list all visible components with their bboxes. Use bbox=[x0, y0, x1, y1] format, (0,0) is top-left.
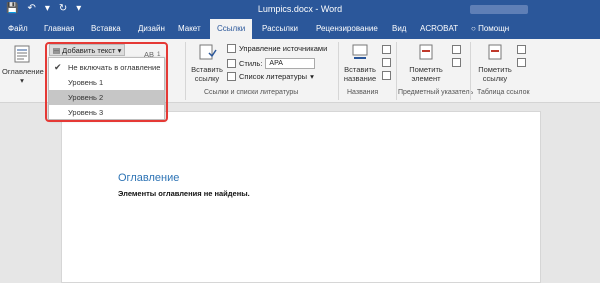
divider bbox=[185, 42, 186, 100]
caption-tools[interactable] bbox=[382, 71, 391, 80]
group-label-index: Предметный указатель bbox=[398, 89, 474, 96]
bibliography-button[interactable]: Список литературы ▾ bbox=[227, 72, 314, 81]
ribbon-tabs: Файл Главная Вставка Дизайн Макет Ссылки… bbox=[0, 19, 600, 39]
insert-table-of-figures-icon bbox=[382, 45, 391, 54]
citation-icon bbox=[199, 44, 217, 60]
style-icon bbox=[227, 59, 236, 68]
group-label-authorities: Таблица ссылок bbox=[477, 89, 530, 96]
caption-tools[interactable] bbox=[382, 58, 391, 67]
update-index-icon bbox=[452, 58, 461, 67]
style-selector[interactable]: Стиль: APA bbox=[227, 58, 316, 69]
divider bbox=[338, 42, 339, 100]
caption-icon bbox=[352, 44, 368, 59]
divider bbox=[470, 42, 471, 100]
chevron-down-icon: ▾ bbox=[310, 72, 314, 81]
highlight-annotation bbox=[45, 42, 168, 122]
group-label-citations: Ссылки и списки литературы bbox=[204, 89, 299, 96]
index-tools[interactable] bbox=[452, 58, 461, 67]
update-table-icon bbox=[382, 58, 391, 67]
tab-view[interactable]: Вид bbox=[392, 19, 406, 39]
caption-tools[interactable] bbox=[382, 45, 391, 54]
tab-file[interactable]: Файл bbox=[8, 19, 28, 39]
tab-tell-me[interactable]: ○ Помощн bbox=[471, 19, 509, 39]
manage-sources-button[interactable]: Управление источниками bbox=[227, 44, 327, 53]
cross-reference-icon bbox=[382, 71, 391, 80]
divider bbox=[396, 42, 397, 100]
tab-references[interactable]: Ссылки bbox=[210, 19, 253, 39]
index-tools[interactable] bbox=[452, 45, 461, 54]
bibliography-icon bbox=[227, 72, 236, 81]
lightbulb-icon: ○ bbox=[471, 24, 479, 33]
manage-sources-icon bbox=[227, 44, 236, 53]
document-page[interactable]: Оглавление Элементы оглавления не найден… bbox=[61, 111, 541, 283]
table-of-contents-icon bbox=[14, 45, 30, 63]
mark-citation-icon bbox=[488, 44, 502, 60]
tab-insert[interactable]: Вставка bbox=[91, 19, 121, 39]
account-area[interactable] bbox=[470, 5, 528, 14]
update-table-of-authorities-icon bbox=[517, 58, 526, 67]
toc-heading: Оглавление bbox=[118, 172, 180, 184]
mark-entry-button[interactable]: Пометить элемент bbox=[404, 43, 448, 83]
toc-button[interactable]: Оглавление ▾ bbox=[2, 45, 44, 85]
tab-acrobat[interactable]: ACROBAT bbox=[420, 19, 458, 39]
group-label-captions: Названия bbox=[347, 89, 379, 96]
authorities-tools[interactable] bbox=[517, 45, 526, 54]
tab-layout[interactable]: Макет bbox=[178, 19, 201, 39]
mark-citation-button[interactable]: Пометить ссылку bbox=[473, 43, 517, 83]
title-bar: 💾 ↶ ▾ ↻ ▾ Lumpics.docx - Word bbox=[0, 0, 600, 19]
tab-home[interactable]: Главная bbox=[44, 19, 74, 39]
tab-design[interactable]: Дизайн bbox=[138, 19, 165, 39]
insert-table-of-authorities-icon bbox=[517, 45, 526, 54]
insert-caption-button[interactable]: Вставить название bbox=[340, 43, 380, 83]
insert-citation-button[interactable]: Вставить ссылку bbox=[188, 43, 226, 83]
chevron-down-icon: ▾ bbox=[20, 76, 24, 85]
insert-index-icon bbox=[452, 45, 461, 54]
tab-review[interactable]: Рецензирование bbox=[316, 19, 378, 39]
mark-entry-icon bbox=[419, 44, 433, 60]
toc-empty-message: Элементы оглавления не найдены. bbox=[118, 189, 250, 198]
authorities-tools[interactable] bbox=[517, 58, 526, 67]
style-select[interactable]: APA bbox=[265, 58, 316, 69]
tab-mailings[interactable]: Рассылки bbox=[262, 19, 298, 39]
